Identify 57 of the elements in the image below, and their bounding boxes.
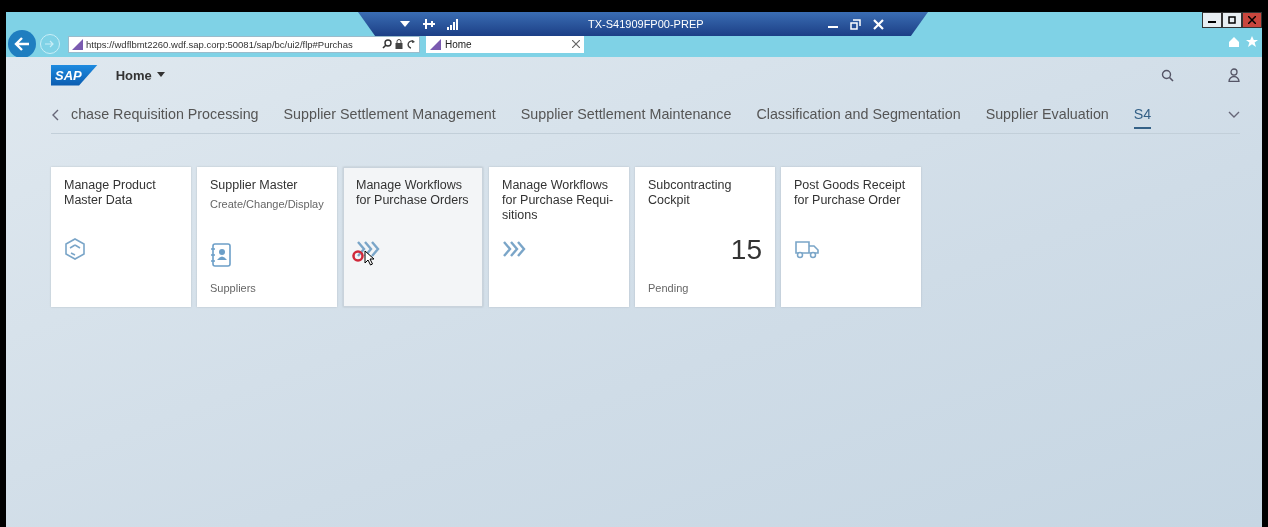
close-icon[interactable]	[572, 40, 580, 48]
user-icon[interactable]	[1228, 68, 1240, 82]
sap-logo[interactable]: SAP	[51, 64, 98, 86]
close-button[interactable]	[1242, 12, 1262, 28]
tile-subtitle: Create/Change/Display	[210, 198, 324, 210]
group-tab[interactable]: Supplier Evaluation	[985, 101, 1109, 129]
tile-footer: Suppliers	[210, 282, 324, 294]
forward-arrow-icon	[45, 40, 55, 48]
app-tile[interactable]: Subcontracting Cockpit 15 Pending	[635, 167, 775, 307]
group-tab[interactable]: S4	[1133, 101, 1152, 129]
dropdown-icon	[400, 20, 410, 28]
lock-icon	[395, 39, 403, 49]
refresh-icon[interactable]	[406, 39, 416, 49]
group-tab[interactable]: Supplier Settlement Management	[283, 101, 496, 129]
search-icon[interactable]	[1161, 68, 1174, 82]
restore-button[interactable]	[1222, 12, 1242, 28]
mouse-pointer-icon	[364, 250, 375, 266]
chevron-down-icon[interactable]	[1228, 111, 1240, 119]
restore-icon	[1228, 16, 1236, 24]
tile-title: Supplier Master	[210, 178, 299, 193]
app-tile[interactable]: Manage Workflows for Purchase Orders	[343, 167, 483, 307]
truck-icon	[794, 239, 820, 259]
group-tab[interactable]: Classification and Segmentation	[756, 101, 961, 129]
tile-title: Manage Workflows for Purchase Requi-sitions	[502, 178, 615, 223]
page-icon	[430, 38, 441, 50]
address-book-icon	[210, 242, 232, 268]
app-tile[interactable]: Manage Workflows for Purchase Requi-sitions	[489, 167, 629, 307]
app-tile[interactable]: Post Goods Receipt for Purchase Order	[781, 167, 921, 307]
tile-footer: Pending	[648, 282, 762, 294]
address-field[interactable]: https://wdflbmt2260.wdf.sap.corp:50081/sap/bc/ui2/flp#Purchas	[68, 35, 420, 53]
app-tile[interactable]: Supplier Master Create/Change/Display Suppliers	[197, 167, 337, 307]
remote-session-title: TX-S41909FP00-PREP	[588, 18, 704, 30]
back-button[interactable]	[8, 30, 36, 58]
tile-title: Manage Workflows for Purchase Orders	[356, 178, 470, 208]
close-icon	[1248, 16, 1256, 24]
star-icon[interactable]	[1246, 36, 1258, 48]
tile-title: Subcontracting Cockpit	[648, 178, 733, 208]
caret-icon	[156, 72, 165, 78]
chevrons-icon	[502, 240, 526, 258]
group-tab[interactable]: chase Requisition Processing	[71, 101, 259, 129]
tile-title: Post Goods Receipt for Purchase Order	[794, 178, 907, 208]
scroll-left-icon[interactable]	[51, 109, 59, 121]
click-marker-icon	[352, 250, 364, 262]
tile-title: Manage Product Master Data	[64, 178, 157, 208]
home-menu[interactable]: Home	[115, 67, 165, 83]
search-icon[interactable]	[382, 39, 392, 49]
group-tab[interactable]: Supplier Settlement Maintenance	[520, 101, 732, 129]
kpi-number: 15	[730, 234, 762, 266]
back-arrow-icon	[14, 37, 30, 51]
app-tile[interactable]: Manage Product Master Data	[51, 167, 191, 307]
chevrons-icon	[356, 240, 380, 258]
cube-icon	[64, 237, 86, 261]
page-icon	[72, 38, 83, 50]
pin-icon[interactable]	[422, 18, 436, 30]
restore-icon[interactable]	[850, 18, 861, 30]
signal-icon	[446, 18, 458, 30]
minimize-button[interactable]	[1202, 12, 1222, 28]
